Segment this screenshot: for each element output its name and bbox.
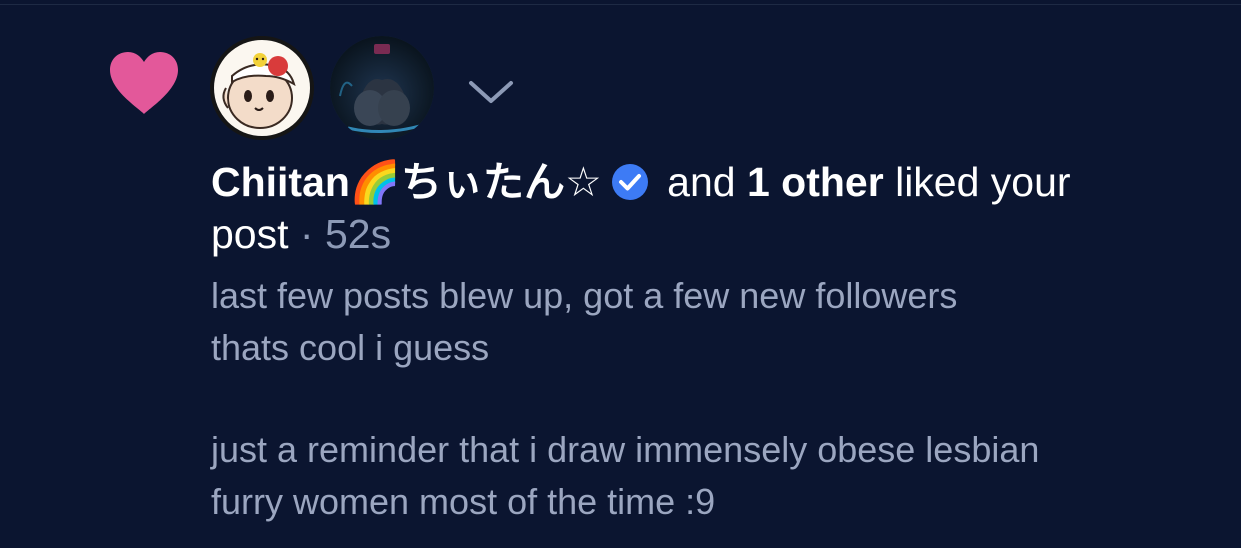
action-text: liked your bbox=[895, 159, 1071, 205]
post-preview[interactable]: last few posts blew up, got a few new fo… bbox=[211, 270, 1221, 528]
verified-badge-icon bbox=[611, 164, 648, 200]
post-text-line: thats cool i guess bbox=[211, 327, 490, 368]
heart-icon bbox=[110, 52, 178, 114]
like-notification[interactable]: Chiitan🌈ちぃたん☆ and 1 other liked your pos… bbox=[0, 0, 1241, 548]
avatar-other-user[interactable] bbox=[330, 36, 434, 140]
post-text-line: furry women most of the time :9 bbox=[211, 481, 716, 522]
post-text-line: just a reminder that i draw immensely ob… bbox=[211, 429, 1040, 470]
others-link[interactable]: 1 other bbox=[747, 159, 884, 205]
timestamp: 52s bbox=[324, 211, 392, 257]
chevron-down-icon[interactable] bbox=[466, 78, 516, 106]
and-text: and bbox=[667, 159, 736, 205]
post-link[interactable]: post bbox=[211, 211, 289, 257]
separator-dot: · bbox=[299, 211, 314, 257]
avatar-chiitan[interactable] bbox=[210, 36, 314, 140]
user-name-link[interactable]: Chiitan🌈ちぃたん☆ bbox=[211, 159, 602, 205]
notification-subline: post · 52s bbox=[211, 208, 391, 260]
notification-headline: Chiitan🌈ちぃたん☆ and 1 other liked your bbox=[211, 156, 1221, 208]
post-text-line: last few posts blew up, got a few new fo… bbox=[211, 275, 958, 316]
